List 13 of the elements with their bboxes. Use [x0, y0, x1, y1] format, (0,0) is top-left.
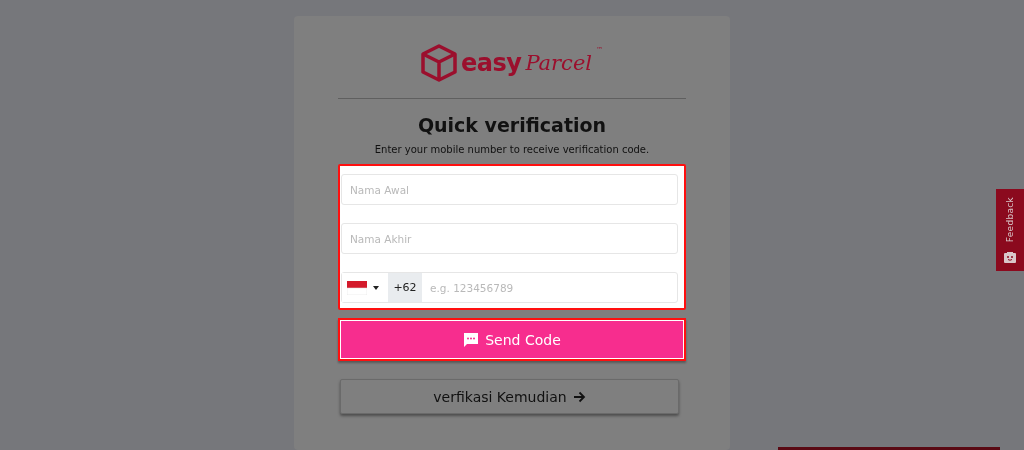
- feedback-tab[interactable]: Feedback: [996, 189, 1024, 271]
- box-logo-icon: [420, 44, 457, 82]
- smiley-box-icon: [1004, 252, 1016, 263]
- arrow-right-icon: [572, 390, 586, 403]
- send-code-button[interactable]: Send Code: [338, 318, 686, 361]
- message-icon: [463, 331, 480, 348]
- logo-wordmark: easy: [460, 51, 522, 75]
- text-field[interactable]: Nama Akhir: [341, 223, 678, 254]
- page-title: Quick verification: [416, 113, 608, 137]
- logo-wordmark-script: Parcel: [525, 52, 593, 74]
- instruction-text: Enter your mobile number to receive verification code.: [373, 143, 651, 157]
- text-field[interactable]: Nama Awal: [341, 174, 678, 205]
- verify-later-button[interactable]: verfikasi Kemudian: [340, 379, 679, 414]
